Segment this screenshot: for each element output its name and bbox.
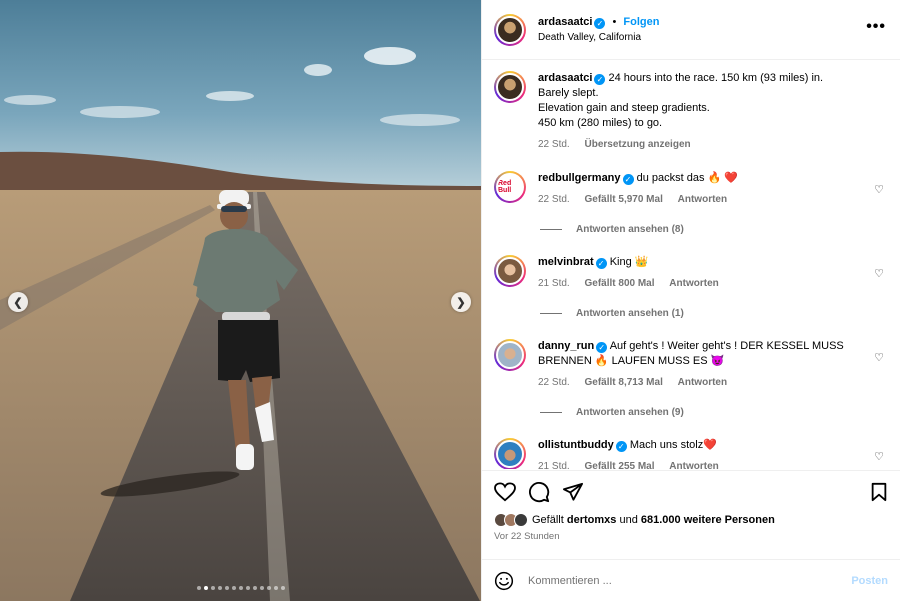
pagination-dot xyxy=(280,586,285,590)
verified-badge-icon: ✓ xyxy=(615,441,627,452)
reply-button[interactable]: Antworten xyxy=(669,278,718,289)
post-timestamp: Vor 22 Stunden xyxy=(494,531,560,542)
comment-likes[interactable]: Gefällt 255 Mal xyxy=(584,461,654,469)
chevron-right-icon: ❯ xyxy=(456,296,466,309)
verified-badge-icon: ✓ xyxy=(595,258,607,269)
caption-author-avatar[interactable] xyxy=(494,71,526,103)
post-comment-button[interactable]: Posten xyxy=(851,575,888,587)
commenter-avatar[interactable] xyxy=(494,438,526,469)
caption-line: 450 km (280 miles) to go. xyxy=(538,117,663,129)
post-caption: ardasaatci ✓ 24 hours into the race. 150 … xyxy=(494,71,888,152)
follow-button[interactable]: Folgen xyxy=(623,16,659,28)
comment-item: melvinbrat ✓ King 👑 21 Std. Gefällt 800 M… xyxy=(494,255,888,291)
comment-like-heart-icon[interactable]: ♡ xyxy=(874,450,884,463)
view-replies-button[interactable]: Antworten ansehen (8) xyxy=(540,224,684,235)
comment-composer: Posten xyxy=(482,559,900,601)
post-actions: Gefällt dertomxs und 681.000 weitere Per… xyxy=(482,470,900,558)
comment-time: 22 Std. xyxy=(538,377,570,388)
liker-avatar[interactable] xyxy=(514,513,528,527)
pagination-dot xyxy=(266,586,271,590)
commenter-avatar[interactable] xyxy=(494,255,526,287)
next-image-button[interactable]: ❯ xyxy=(451,292,471,312)
comment-time: 22 Std. xyxy=(538,194,570,205)
heart-icon[interactable] xyxy=(494,482,516,502)
pagination-dot xyxy=(210,586,215,590)
pagination-dot xyxy=(245,586,250,590)
caption-line: Barely slept. xyxy=(538,87,599,99)
comment-time: 21 Std. xyxy=(538,461,570,469)
chevron-left-icon: ❮ xyxy=(13,296,23,309)
commenter-avatar[interactable]: Red Bull xyxy=(494,171,526,203)
previous-image-button[interactable]: ❮ xyxy=(8,292,28,312)
comment-time: 21 Std. xyxy=(538,278,570,289)
pagination-dot xyxy=(224,586,229,590)
comment-likes[interactable]: Gefällt 5,970 Mal xyxy=(584,194,662,205)
likes-prefix: Gefällt xyxy=(532,514,564,526)
author-username[interactable]: ardasaatci xyxy=(538,16,592,28)
comment-input[interactable] xyxy=(528,574,852,587)
comment-like-heart-icon[interactable]: ♡ xyxy=(874,183,884,196)
reply-button[interactable]: Antworten xyxy=(678,194,727,205)
location-link[interactable]: Death Valley, California xyxy=(538,30,659,46)
verified-badge-icon: ✓ xyxy=(596,342,608,353)
commenter-username[interactable]: redbullgermany xyxy=(538,172,621,184)
likes-summary: Gefällt dertomxs und 681.000 weitere Per… xyxy=(494,513,888,527)
image-pagination-dots xyxy=(0,586,481,590)
likes-count[interactable]: 681.000 weitere Personen xyxy=(641,514,775,526)
pagination-dot xyxy=(203,586,208,590)
author-info: ardasaatci ✓ • Folgen Death Valley, Calif… xyxy=(538,14,659,46)
emoji-icon[interactable] xyxy=(494,571,514,591)
post-header: ardasaatci ✓ • Folgen Death Valley, Calif… xyxy=(482,0,900,60)
view-replies-button[interactable]: Antworten ansehen (9) xyxy=(540,407,684,418)
pagination-dot xyxy=(252,586,257,590)
commenter-username[interactable]: danny_run xyxy=(538,340,594,352)
commenter-username[interactable]: melvinbrat xyxy=(538,256,594,268)
reply-button[interactable]: Antworten xyxy=(678,377,727,388)
likes-middle: und xyxy=(619,514,638,526)
verified-badge-icon: ✓ xyxy=(594,17,606,29)
post-photo-scene xyxy=(0,0,481,601)
more-options-icon[interactable]: ••• xyxy=(866,19,886,35)
pagination-dot xyxy=(231,586,236,590)
comment-likes[interactable]: Gefällt 800 Mal xyxy=(584,278,654,289)
pagination-dot xyxy=(259,586,264,590)
reply-button[interactable]: Antworten xyxy=(669,461,718,469)
author-avatar[interactable] xyxy=(494,13,526,46)
bookmark-icon[interactable] xyxy=(870,482,888,502)
share-icon[interactable] xyxy=(562,482,584,502)
red-bull-logo-icon: Red Bull xyxy=(498,180,512,194)
comment-text: King 👑 xyxy=(609,256,649,268)
verified-badge-icon: ✓ xyxy=(594,74,606,85)
commenter-username[interactable]: ollistuntbuddy xyxy=(538,439,614,451)
translate-button[interactable]: Übersetzung anzeigen xyxy=(584,139,690,150)
comment-item: ollistuntbuddy ✓ Mach uns stolz❤️ 21 Std.… xyxy=(494,438,888,469)
post-image[interactable]: ❮ ❯ xyxy=(0,0,481,601)
view-replies-button[interactable]: Antworten ansehen (1) xyxy=(540,308,684,319)
pagination-dot xyxy=(273,586,278,590)
comment-text: Mach uns stolz❤️ xyxy=(629,439,717,451)
comments-list: ardasaatci ✓ 24 hours into the race. 150 … xyxy=(482,61,900,469)
comment-icon[interactable] xyxy=(528,481,550,503)
caption-line: 24 hours into the race. 150 km (93 miles… xyxy=(608,72,824,84)
pagination-dot xyxy=(217,586,222,590)
pagination-dot xyxy=(196,586,201,590)
comment-likes[interactable]: Gefällt 8,713 Mal xyxy=(584,377,662,388)
comment-item: Red Bull redbullgermany ✓ du packst das 🔥… xyxy=(494,171,888,207)
separator-dot: • xyxy=(612,15,617,28)
comment-like-heart-icon[interactable]: ♡ xyxy=(874,351,884,364)
caption-time: 22 Std. xyxy=(538,139,570,150)
commenter-avatar[interactable] xyxy=(494,339,526,371)
caption-username[interactable]: ardasaatci xyxy=(538,72,592,84)
pagination-dot xyxy=(238,586,243,590)
verified-badge-icon: ✓ xyxy=(622,174,634,185)
comment-like-heart-icon[interactable]: ♡ xyxy=(874,267,884,280)
caption-line: Elevation gain and steep gradients. xyxy=(538,102,710,114)
comment-text: du packst das 🔥 ❤️ xyxy=(636,172,738,184)
post-sidebar: ardasaatci ✓ • Folgen Death Valley, Calif… xyxy=(481,0,900,601)
comment-item: danny_run ✓ Auf geht's ! Weiter geht's ! … xyxy=(494,339,888,390)
liker-username[interactable]: dertomxs xyxy=(567,514,617,526)
